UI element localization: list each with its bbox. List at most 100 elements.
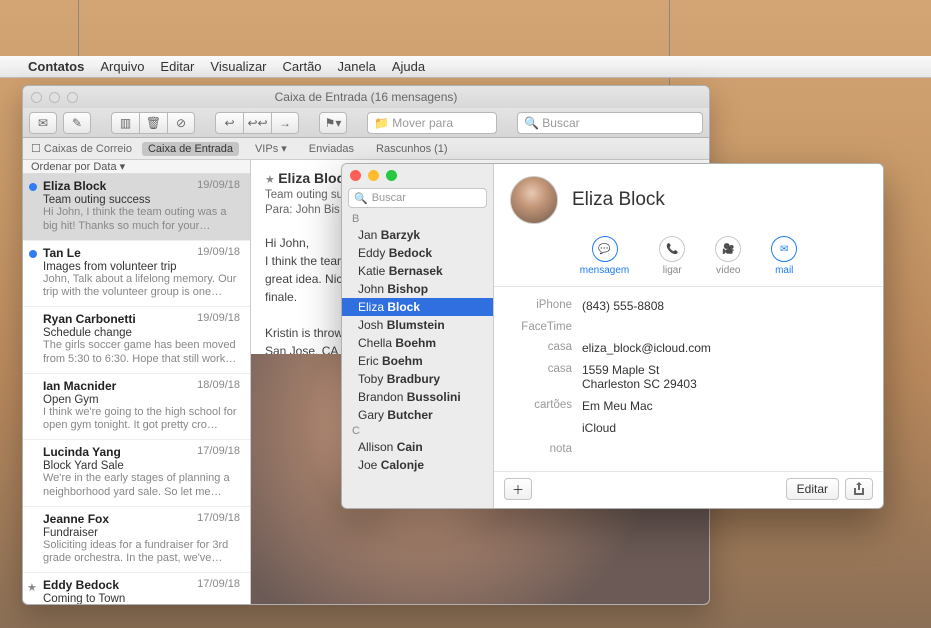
mail-icon: ✉ xyxy=(771,236,797,262)
field-value: eliza_block@icloud.com xyxy=(582,341,863,355)
message-date: 17/09/18 xyxy=(197,578,240,590)
mailbox-drafts[interactable]: Rascunhos (1) xyxy=(370,142,454,156)
message-row[interactable]: Lucinda Yang17/09/18Block Yard SaleWe're… xyxy=(23,440,250,507)
search-placeholder: Buscar xyxy=(542,116,579,130)
mailbox-bar: ☐ Caixas de Correio Caixa de Entrada VIP… xyxy=(23,138,709,160)
avatar xyxy=(510,176,558,224)
contact-list-item[interactable]: Chella Boehm xyxy=(342,334,493,352)
close-icon[interactable] xyxy=(31,92,42,103)
edit-button[interactable]: Editar xyxy=(786,478,839,500)
mail-search-input[interactable]: 🔍 Buscar xyxy=(517,112,703,134)
menu-editar[interactable]: Editar xyxy=(160,59,194,74)
contacts-window: 🔍 Buscar BJan BarzykEddy BedockKatie Ber… xyxy=(341,163,884,509)
flag-button[interactable]: ⚑▾ xyxy=(319,112,347,134)
action-video[interactable]: 🎥 vídeo xyxy=(715,236,741,276)
message-preview: Hi John, I think the team outing was a b… xyxy=(43,206,240,234)
share-icon xyxy=(853,482,865,496)
reply-all-button[interactable]: ↩↩ xyxy=(243,112,271,134)
contact-list-item[interactable]: John Bishop xyxy=(342,280,493,298)
get-mail-button[interactable]: ✉ xyxy=(29,112,57,134)
to-label: Para: xyxy=(265,204,293,216)
menu-janela[interactable]: Janela xyxy=(338,59,376,74)
move-to-field[interactable]: 📁 Mover para xyxy=(367,112,497,134)
message-row[interactable]: Eliza Block19/09/18Team outing successHi… xyxy=(23,174,250,241)
message-subject: Schedule change xyxy=(43,327,240,339)
menu-ajuda[interactable]: Ajuda xyxy=(392,59,425,74)
mailboxes-button[interactable]: ☐ Caixas de Correio xyxy=(31,142,132,155)
message-date: 19/09/18 xyxy=(197,246,240,258)
message-preview: Soliciting ideas for a fundraiser for 3r… xyxy=(43,539,240,567)
zoom-icon[interactable] xyxy=(386,170,397,181)
message-date: 18/09/18 xyxy=(197,379,240,391)
message-row[interactable]: Jeanne Fox17/09/18FundraiserSoliciting i… xyxy=(23,507,250,574)
contact-list-item[interactable]: Gary Butcher xyxy=(342,406,493,424)
search-icon: 🔍 xyxy=(354,192,368,205)
contact-field: FaceTime xyxy=(514,317,863,337)
message-row[interactable]: Tan Le19/09/18Images from volunteer trip… xyxy=(23,241,250,308)
mail-titlebar: Caixa de Entrada (16 mensagens) xyxy=(23,86,709,108)
delete-button[interactable]: 🗑 xyxy=(139,112,167,134)
message-list: Ordenar por Data ▾ Eliza Block19/09/18Te… xyxy=(23,160,251,604)
zoom-icon[interactable] xyxy=(67,92,78,103)
contact-list-item[interactable]: Josh Blumstein xyxy=(342,316,493,334)
message-subject: Fundraiser xyxy=(43,527,240,539)
message-row[interactable]: ★Eddy Bedock17/09/18Coming to TownHey, s… xyxy=(23,573,250,604)
contact-list-item[interactable]: Allison Cain xyxy=(342,438,493,456)
share-button[interactable] xyxy=(845,478,873,500)
mailbox-vips[interactable]: VIPs ▾ xyxy=(249,141,293,156)
action-call[interactable]: 📞 ligar xyxy=(659,236,685,276)
message-row[interactable]: Ryan Carbonetti19/09/18Schedule changeTh… xyxy=(23,307,250,374)
contact-field: casaeliza_block@icloud.com xyxy=(514,337,863,359)
move-to-label: Mover para xyxy=(392,116,453,130)
action-mail[interactable]: ✉ mail xyxy=(771,236,797,276)
phone-icon: 📞 xyxy=(659,236,685,262)
contact-field: iPhone(843) 555-8808 xyxy=(514,295,863,317)
menu-visualizar[interactable]: Visualizar xyxy=(210,59,266,74)
field-value: Em Meu Mac xyxy=(582,399,863,413)
close-icon[interactable] xyxy=(350,170,361,181)
message-sender: Eddy Bedock xyxy=(43,578,119,592)
contact-list-item[interactable]: Toby Bradbury xyxy=(342,370,493,388)
archive-button[interactable]: ▥ xyxy=(111,112,139,134)
message-sender: Eliza Block xyxy=(43,179,106,193)
field-label: FaceTime xyxy=(514,321,572,333)
minimize-icon[interactable] xyxy=(368,170,379,181)
unread-dot-icon xyxy=(29,250,37,258)
compose-button[interactable]: ✎ xyxy=(63,112,91,134)
section-header: B xyxy=(342,212,493,226)
contact-list-item[interactable]: Joe Calonje xyxy=(342,456,493,474)
contact-list-item[interactable]: Eliza Block xyxy=(342,298,493,316)
add-contact-button[interactable]: ＋ xyxy=(504,478,532,500)
message-subject: Images from volunteer trip xyxy=(43,261,240,273)
contact-list-item[interactable]: Eric Boehm xyxy=(342,352,493,370)
contacts-search-input[interactable]: 🔍 Buscar xyxy=(348,188,487,208)
contact-list-item[interactable]: Jan Barzyk xyxy=(342,226,493,244)
menu-arquivo[interactable]: Arquivo xyxy=(100,59,144,74)
reply-button[interactable]: ↩ xyxy=(215,112,243,134)
contact-list-item[interactable]: Brandon Bussolini xyxy=(342,388,493,406)
message-date: 17/09/18 xyxy=(197,512,240,524)
mailbox-inbox[interactable]: Caixa de Entrada xyxy=(142,142,239,156)
message-subject: Team outing success xyxy=(43,194,240,206)
contacts-search-placeholder: Buscar xyxy=(372,192,406,204)
sort-button[interactable]: Ordenar por Data ▾ xyxy=(23,160,250,174)
field-label: nota xyxy=(514,443,572,455)
message-sender: Ryan Carbonetti xyxy=(43,312,136,326)
vip-star-icon[interactable] xyxy=(265,174,275,186)
message-subject: Open Gym xyxy=(43,394,240,406)
contact-list-item[interactable]: Katie Bernasek xyxy=(342,262,493,280)
message-row[interactable]: Ian Macnider18/09/18Open GymI think we'r… xyxy=(23,374,250,441)
action-message[interactable]: 💬 mensagem xyxy=(580,236,629,276)
search-icon: 🔍 xyxy=(524,116,539,130)
minimize-icon[interactable] xyxy=(49,92,60,103)
menu-cartao[interactable]: Cartão xyxy=(283,59,322,74)
contact-field: casa1559 Maple StCharleston SC 29403 xyxy=(514,359,863,395)
forward-button[interactable]: → xyxy=(271,112,299,134)
to-value: John Bis xyxy=(296,204,340,216)
contact-list-item[interactable]: Eddy Bedock xyxy=(342,244,493,262)
app-menu[interactable]: Contatos xyxy=(28,59,84,74)
junk-button[interactable]: ⊘ xyxy=(167,112,195,134)
message-preview: The girls soccer game has been moved fro… xyxy=(43,339,240,367)
mailbox-sent[interactable]: Enviadas xyxy=(303,142,360,156)
field-value: (843) 555-8808 xyxy=(582,299,863,313)
